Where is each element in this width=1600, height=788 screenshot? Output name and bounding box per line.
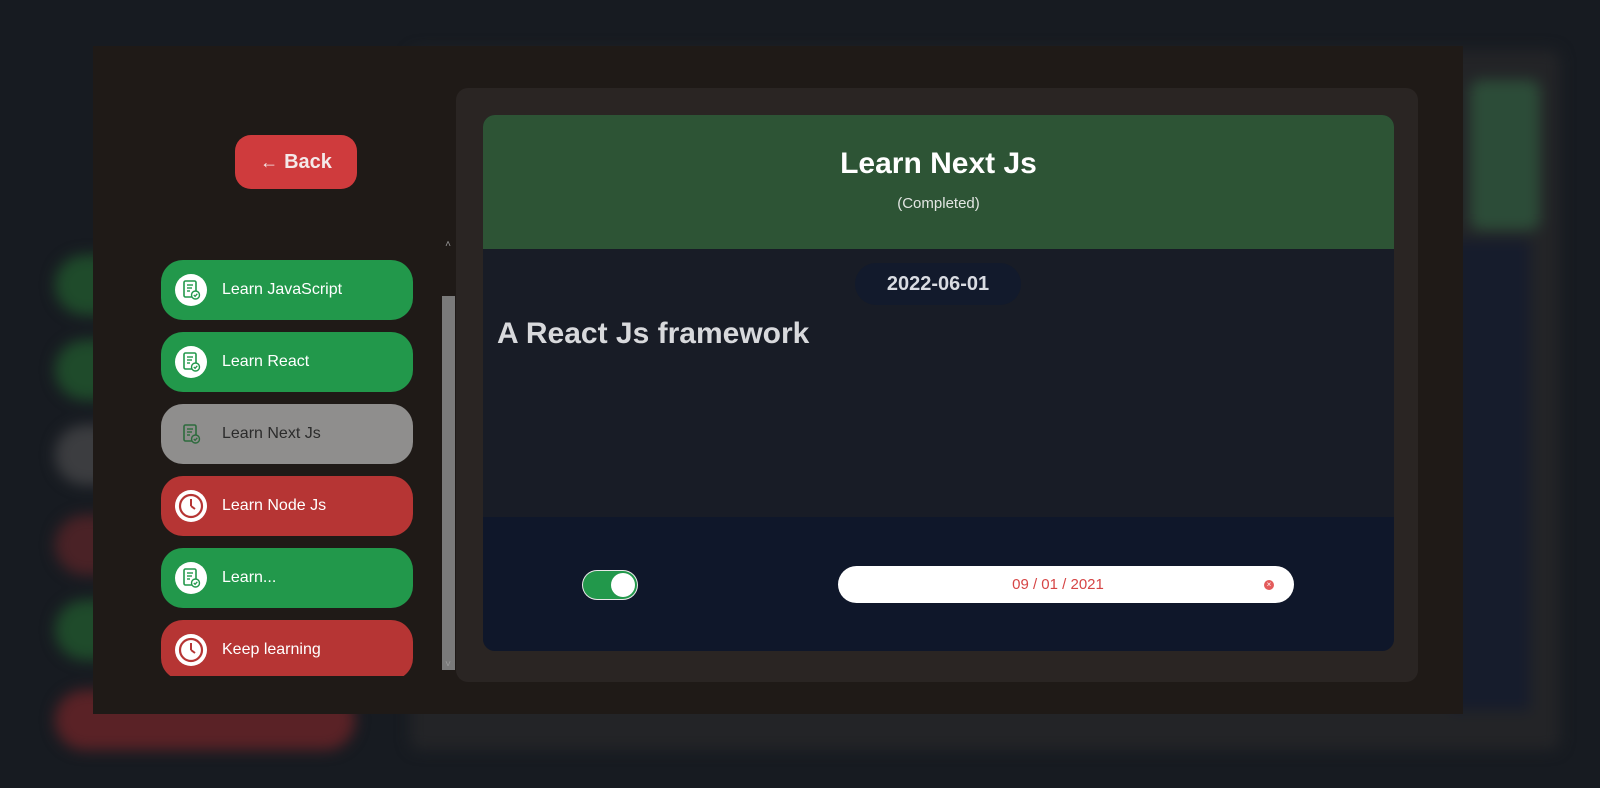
task-check-icon — [175, 346, 207, 378]
background-header-block — [1470, 80, 1540, 230]
task-label: Learn Node Js — [222, 497, 327, 514]
back-button-label: Back — [284, 150, 332, 173]
task-label: Keep learning — [222, 641, 321, 658]
task-detail-footer: 09 / 01 / 2021 × — [483, 517, 1394, 651]
task-item-learn-ellipsis[interactable]: Learn... — [161, 548, 413, 608]
task-label: Learn JavaScript — [222, 281, 343, 298]
due-date-value: 09 / 01 / 2021 — [1012, 576, 1104, 593]
task-label: Learn... — [222, 569, 277, 586]
task-title: Learn Next Js — [840, 147, 1037, 180]
task-item-learn-javascript[interactable]: Learn JavaScript — [161, 260, 413, 320]
clear-date-icon[interactable]: × — [1264, 580, 1274, 590]
scroll-down-icon[interactable]: ˅ — [441, 658, 455, 672]
task-item-learn-next-js[interactable]: Learn Next Js — [161, 404, 413, 464]
task-detail-panel: Learn Next Js (Completed) 2022-06-01 A R… — [456, 88, 1418, 682]
task-item-keep-learning[interactable]: Keep learning — [161, 620, 413, 676]
clock-icon — [175, 490, 207, 522]
scrollbar-thumb[interactable] — [442, 296, 455, 670]
clock-icon — [175, 634, 207, 666]
task-item-learn-react[interactable]: Learn React — [161, 332, 413, 392]
arrow-left-icon: ← — [260, 151, 279, 172]
toggle-knob — [611, 573, 635, 597]
task-date-badge: 2022-06-01 — [855, 263, 1021, 305]
task-label: Learn React — [222, 353, 310, 370]
task-detail-card: Learn Next Js (Completed) 2022-06-01 A R… — [483, 115, 1394, 651]
task-item-learn-node-js[interactable]: Learn Node Js — [161, 476, 413, 536]
scroll-up-icon[interactable]: ˄ — [441, 238, 455, 252]
task-modal: ← Back Learn JavaScript Learn React Lear… — [93, 46, 1463, 714]
task-check-icon — [175, 418, 207, 450]
task-detail-header: Learn Next Js (Completed) — [483, 115, 1394, 249]
due-date-input[interactable]: 09 / 01 / 2021 × — [838, 566, 1294, 603]
completed-toggle[interactable] — [583, 571, 637, 599]
task-check-icon — [175, 562, 207, 594]
task-description: A React Js framework — [497, 317, 810, 350]
task-status: (Completed) — [897, 195, 980, 212]
task-check-icon — [175, 274, 207, 306]
task-label: Learn Next Js — [222, 425, 321, 442]
back-button[interactable]: ← Back — [235, 135, 357, 189]
task-list-scrollbar[interactable]: ˄ ˅ — [441, 238, 455, 672]
